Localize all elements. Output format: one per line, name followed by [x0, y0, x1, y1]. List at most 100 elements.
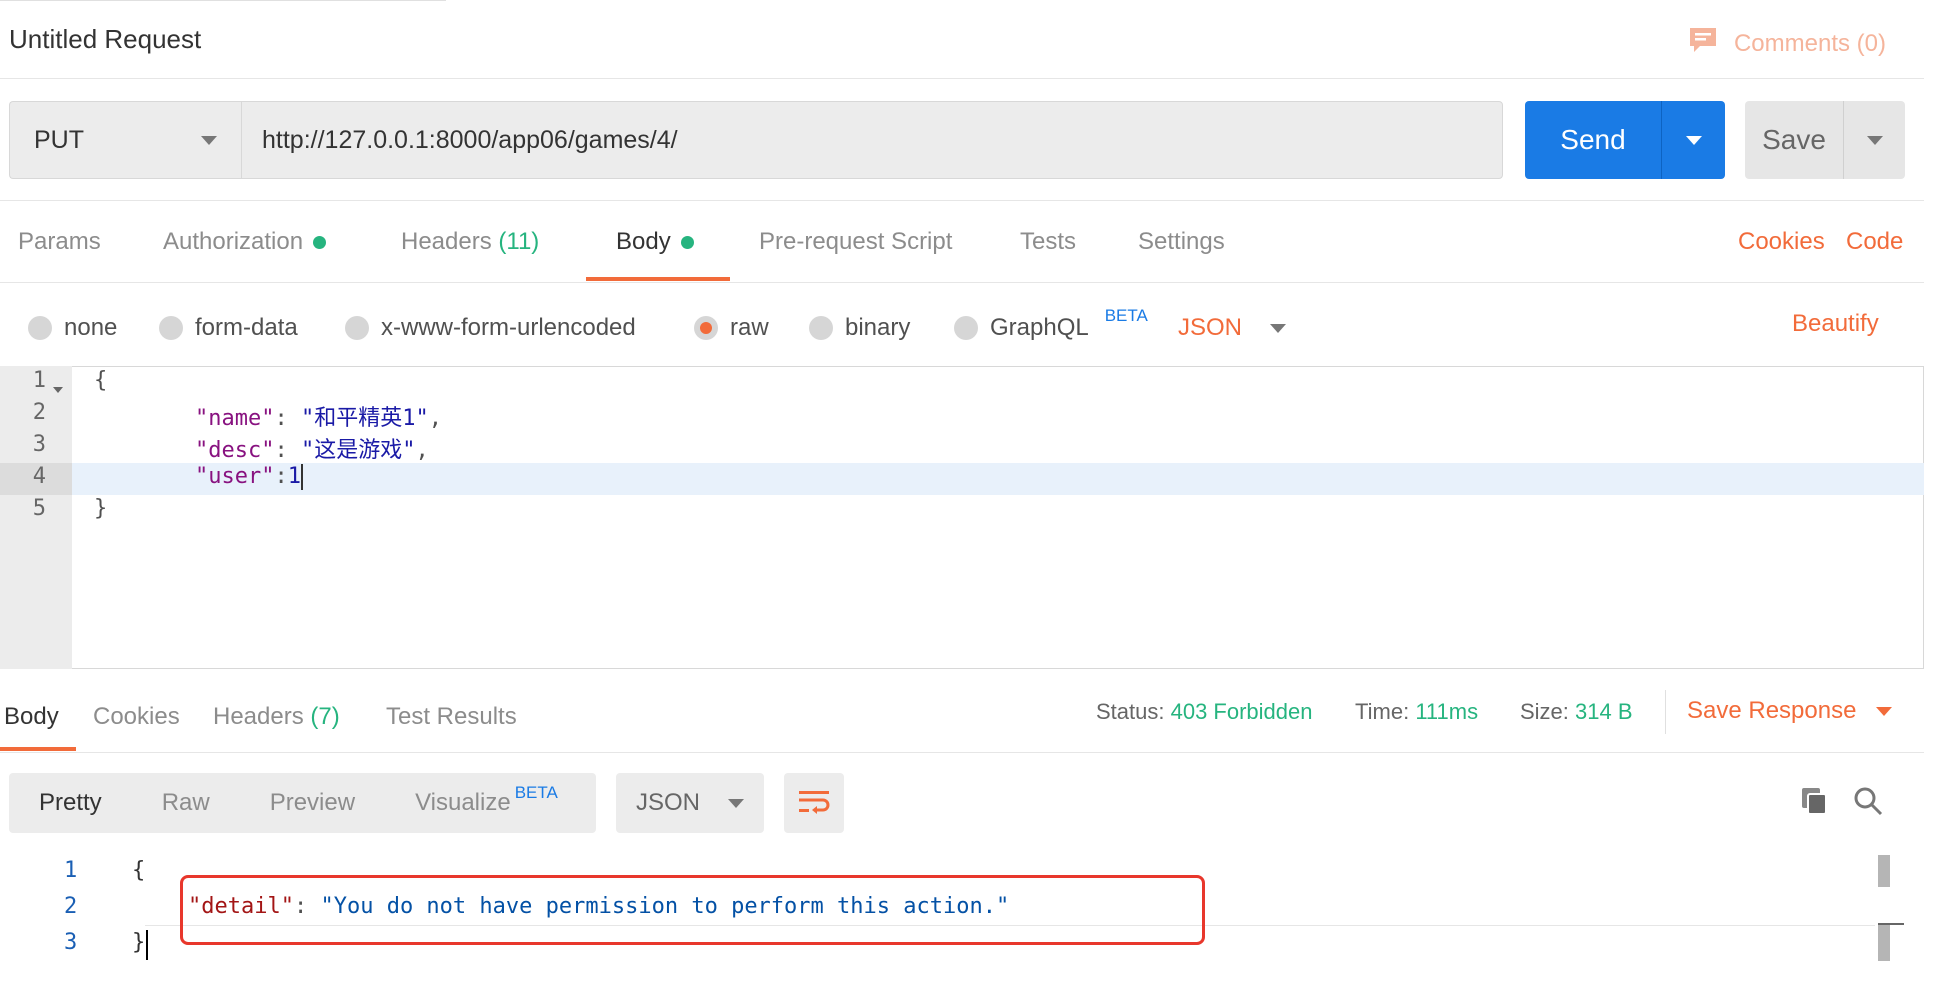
json-key: "name"	[195, 406, 275, 431]
radio-circle-selected	[694, 316, 718, 340]
tab-params[interactable]: Params	[18, 228, 101, 256]
tabs-divider	[0, 282, 1924, 283]
radio-raw[interactable]: raw	[694, 314, 769, 342]
view-preview[interactable]: Preview	[240, 789, 385, 817]
radio-none[interactable]: none	[28, 314, 117, 342]
copy-icon[interactable]	[1800, 786, 1830, 821]
comments-button[interactable]: Comments (0)	[1688, 26, 1886, 61]
urlbar-divider	[0, 200, 1924, 201]
time-value: 111ms	[1415, 699, 1479, 724]
save-response-button[interactable]: Save Response	[1687, 697, 1893, 725]
json-key: "desc"	[195, 438, 275, 463]
active-tab-indicator	[586, 277, 730, 281]
beta-badge: BETA	[514, 783, 558, 802]
headers-count: (11)	[498, 228, 540, 255]
view-pretty[interactable]: Pretty	[9, 789, 132, 817]
line-number: 2	[32, 400, 46, 425]
view-raw[interactable]: Raw	[132, 789, 240, 817]
status-label: Status:	[1096, 699, 1165, 724]
send-button[interactable]: Send	[1525, 101, 1725, 179]
body-format-select[interactable]: JSON	[1178, 314, 1287, 342]
beta-badge: BETA	[1104, 306, 1148, 325]
code-open-brace: {	[94, 368, 108, 393]
tab-body[interactable]: Body	[616, 228, 694, 256]
radio-form-data[interactable]: form-data	[159, 314, 298, 342]
code-close-brace: }	[94, 496, 108, 521]
radio-urlencoded[interactable]: x-www-form-urlencoded	[345, 314, 636, 342]
response-tab-headers[interactable]: Headers (7)	[213, 703, 340, 731]
tab-prerequest-script[interactable]: Pre-request Script	[759, 228, 952, 256]
radio-binary[interactable]: binary	[809, 314, 910, 342]
response-tab-cookies[interactable]: Cookies	[93, 703, 180, 731]
wrap-lines-button[interactable]	[784, 773, 844, 833]
response-tab-body[interactable]: Body	[4, 703, 59, 731]
json-value: 1	[287, 464, 301, 489]
body-format-value: JSON	[1178, 314, 1243, 341]
fold-arrow-icon[interactable]	[53, 380, 63, 398]
scrollbar-thumb[interactable]	[1878, 855, 1890, 887]
tab-headers[interactable]: Headers (11)	[401, 228, 539, 256]
text-cursor	[300, 464, 303, 490]
save-button[interactable]: Save	[1745, 101, 1905, 179]
save-label: Save	[1762, 124, 1826, 155]
json-value: "这是游戏"	[300, 438, 416, 463]
size-readout: Size: 314 B	[1520, 699, 1633, 725]
view-visualize[interactable]: Visualize BETA	[385, 783, 568, 817]
beautify-link[interactable]: Beautify	[1792, 310, 1879, 338]
line-number: 1	[32, 368, 46, 393]
url-value: http://127.0.0.1:8000/app06/games/4/	[262, 125, 678, 154]
code-open-brace: {	[132, 858, 146, 883]
view-visualize-label: Visualize	[415, 789, 511, 816]
send-label: Send	[1560, 124, 1626, 155]
tab-authorization-label: Authorization	[163, 228, 304, 255]
radio-circle	[345, 316, 369, 340]
line-number: 2	[64, 894, 78, 919]
save-options-button[interactable]	[1844, 135, 1905, 145]
line-number: 3	[64, 930, 78, 955]
size-value: 314 B	[1575, 699, 1633, 724]
chevron-down-icon	[201, 135, 217, 145]
send-options-button[interactable]	[1662, 135, 1725, 145]
tab-headers-label: Headers	[401, 228, 492, 255]
response-format-select[interactable]: JSON	[616, 773, 764, 833]
status-dot	[680, 236, 694, 250]
status-dot	[313, 236, 327, 250]
radio-binary-label: binary	[845, 314, 911, 341]
response-headers-count: (7)	[310, 703, 340, 730]
tab-settings[interactable]: Settings	[1138, 228, 1225, 256]
chevron-down-icon	[728, 798, 744, 808]
url-input[interactable]: http://127.0.0.1:8000/app06/games/4/	[241, 101, 1503, 179]
line-number: 1	[64, 858, 78, 883]
method-select[interactable]: PUT	[9, 101, 241, 179]
search-icon[interactable]	[1853, 786, 1883, 821]
request-title[interactable]: Untitled Request	[9, 24, 201, 55]
response-tab-headers-label: Headers	[213, 703, 304, 730]
top-divider	[0, 0, 446, 1]
meta-divider	[1665, 690, 1666, 734]
save-response-label: Save Response	[1687, 697, 1857, 724]
radio-circle	[954, 316, 978, 340]
code-link[interactable]: Code	[1846, 228, 1903, 256]
tab-tests[interactable]: Tests	[1020, 228, 1076, 256]
header-divider	[0, 78, 1924, 79]
scrollbar-thumb[interactable]	[1878, 925, 1890, 961]
json-value: "和平精英1"	[300, 406, 429, 431]
size-label: Size:	[1520, 699, 1569, 724]
radio-circle	[28, 316, 52, 340]
radio-circle	[159, 316, 183, 340]
code-line: "name": "和平精英1",	[195, 406, 442, 431]
active-tab-indicator	[0, 747, 76, 751]
cookies-link[interactable]: Cookies	[1738, 228, 1825, 256]
line-number: 5	[32, 496, 46, 521]
tab-authorization[interactable]: Authorization	[163, 228, 327, 256]
method-value: PUT	[34, 125, 84, 154]
wrap-lines-icon	[797, 787, 831, 820]
response-tab-test-results[interactable]: Test Results	[386, 703, 517, 731]
response-format-value: JSON	[636, 789, 701, 816]
radio-graphql-label: GraphQL	[990, 314, 1089, 341]
code-line: "user":1	[195, 464, 303, 490]
radio-urlencoded-label: x-www-form-urlencoded	[381, 314, 636, 341]
json-key: "user"	[195, 464, 275, 489]
radio-graphql[interactable]: GraphQL BETA	[954, 306, 1148, 342]
response-tabs-divider	[0, 752, 1924, 753]
